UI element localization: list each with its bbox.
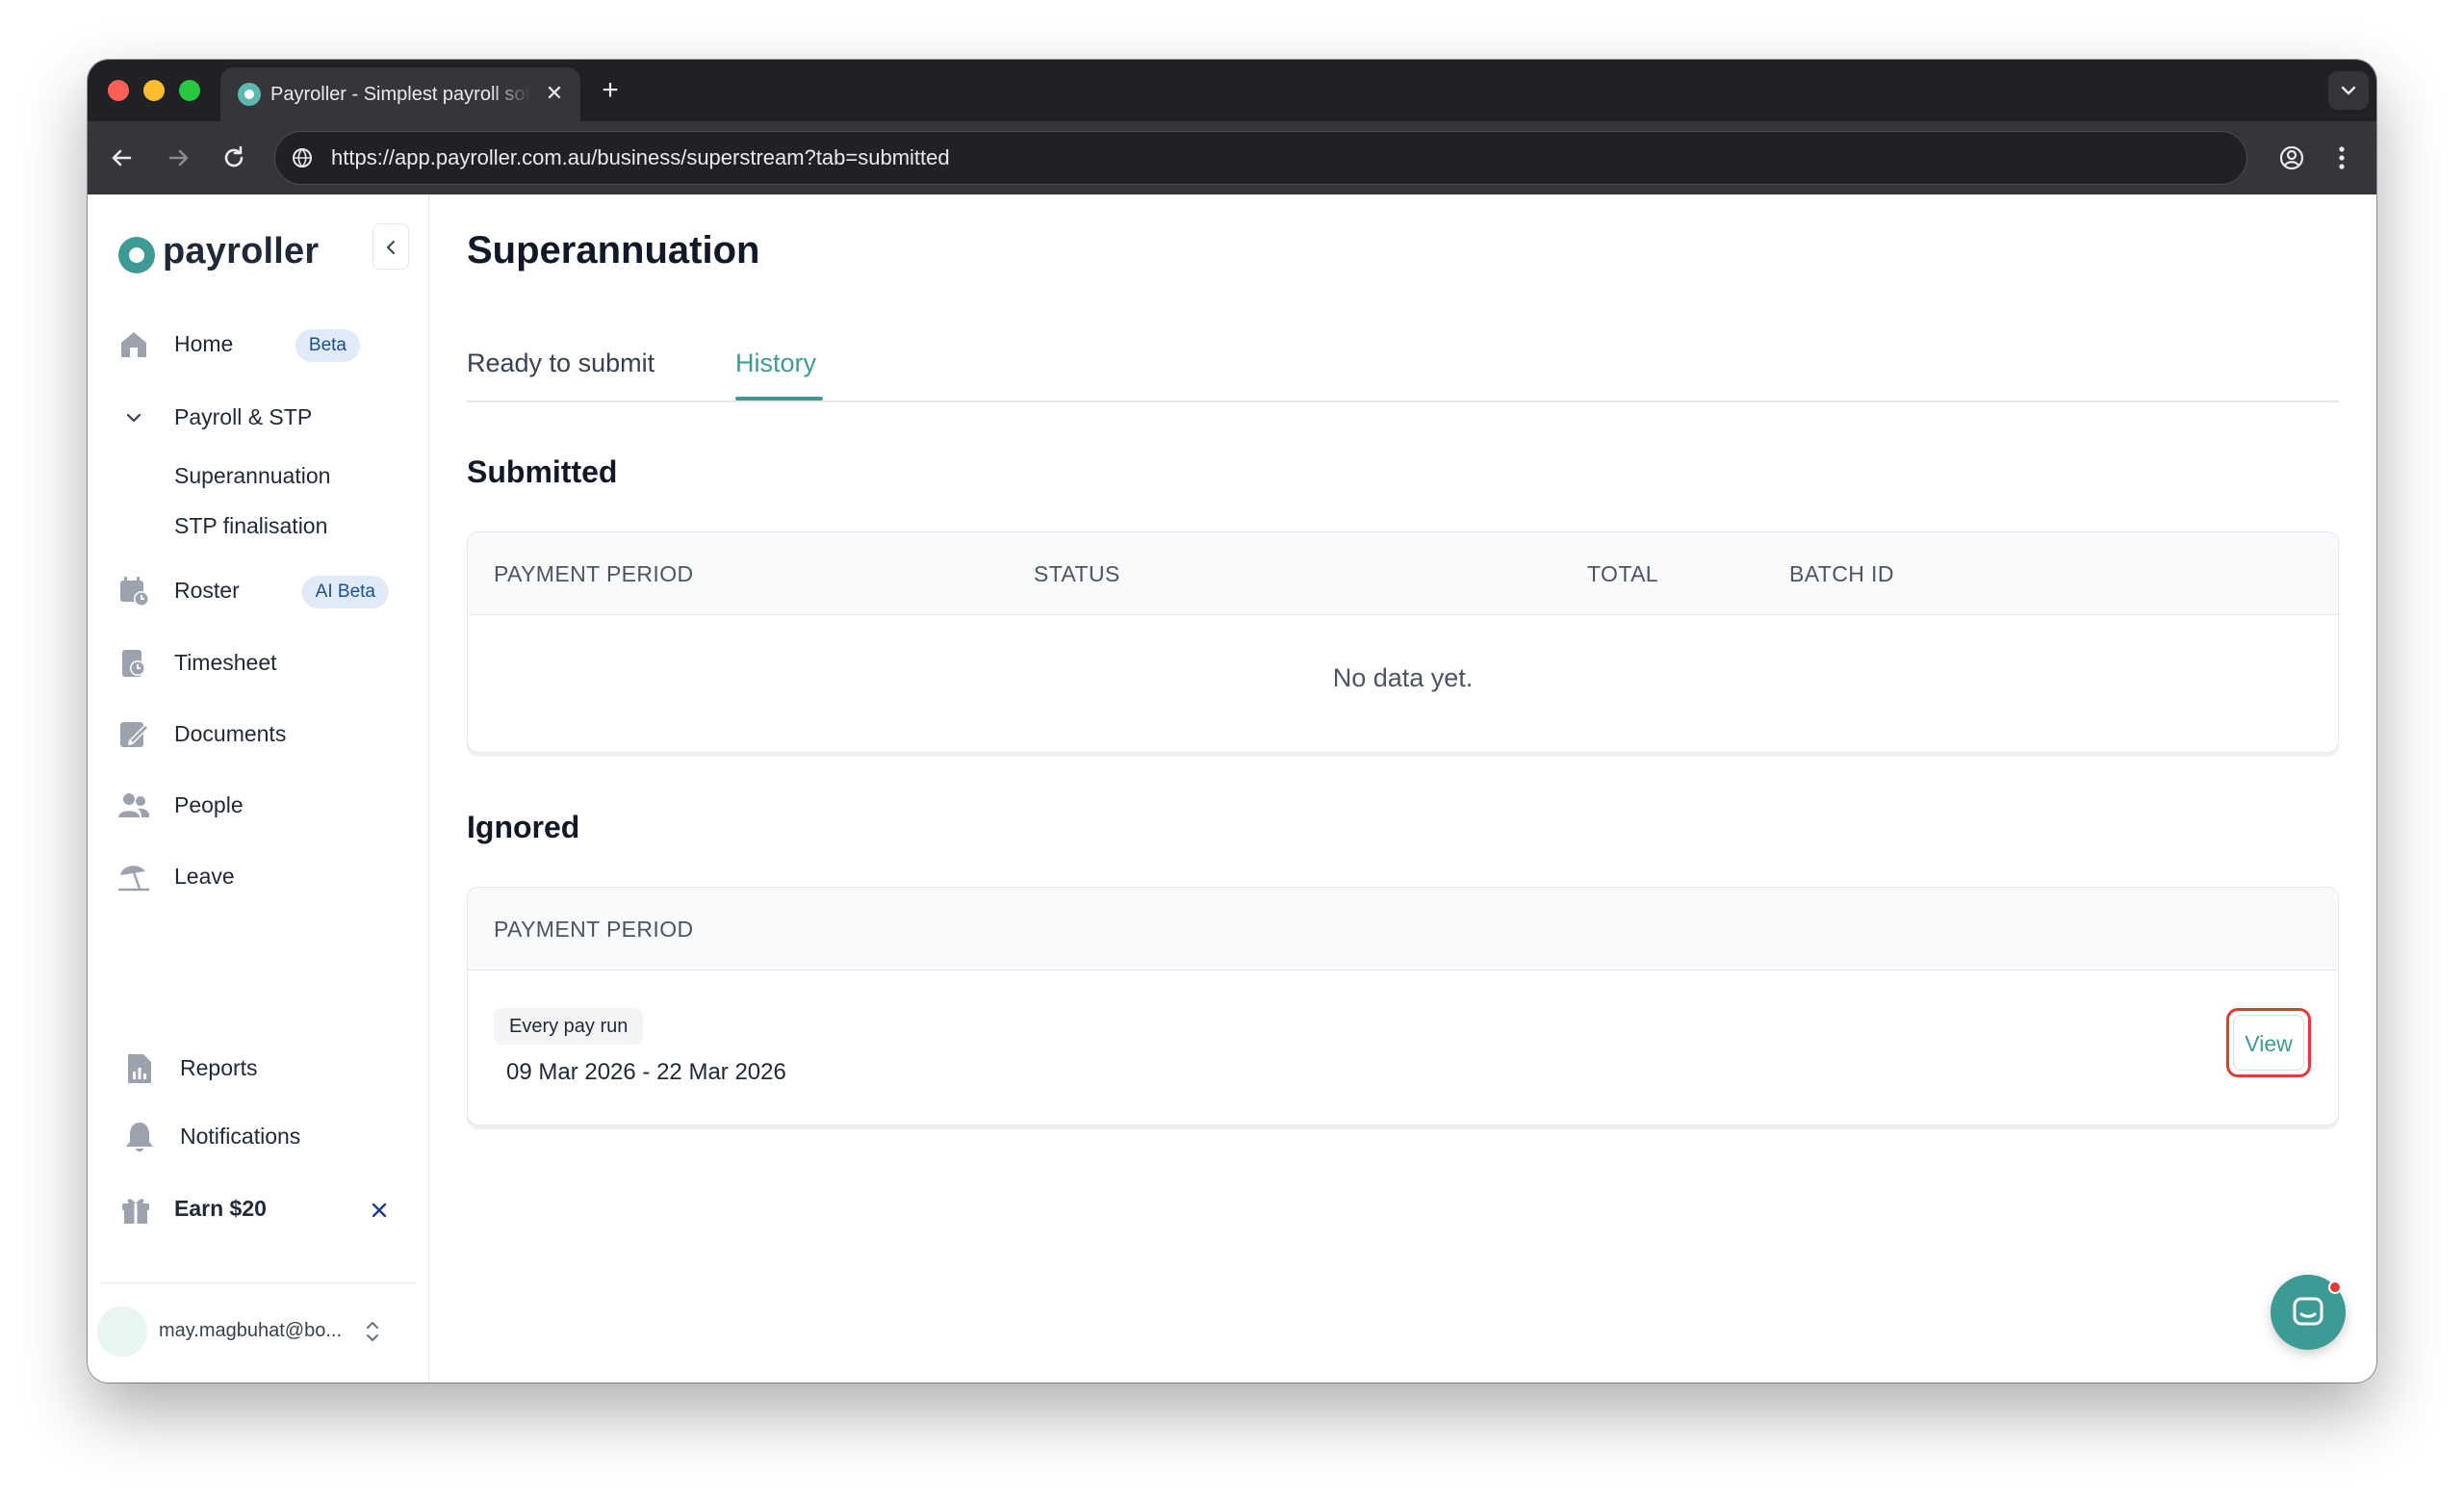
timesheet-icon bbox=[122, 650, 145, 677]
browser-tab-bar: Payroller - Simplest payroll software ✕ … bbox=[88, 60, 2376, 121]
column-header-payment-period: PAYMENT PERIOD bbox=[494, 561, 694, 586]
browser-tab[interactable]: Payroller - Simplest payroll software ✕ bbox=[220, 67, 580, 121]
sidebar-item-home[interactable]: Home Beta bbox=[116, 320, 415, 366]
sidebar-item-label: Notifications bbox=[180, 1124, 301, 1149]
window-minimize-button[interactable] bbox=[143, 80, 165, 101]
table-header: PAYMENT PERIOD STATUS TOTAL BATCH ID bbox=[468, 532, 2338, 615]
table-header: PAYMENT PERIOD bbox=[468, 888, 2338, 970]
payroller-logo-icon bbox=[118, 237, 155, 273]
sidebar-item-label: Documents bbox=[174, 721, 287, 746]
payment-period-dates: 09 Mar 2026 - 22 Mar 2026 bbox=[506, 1059, 786, 1085]
sidebar-item-stp-finalisation[interactable]: STP finalisation bbox=[174, 513, 327, 539]
logo-text: payroller bbox=[163, 231, 320, 272]
sidebar-item-documents[interactable]: Documents bbox=[116, 710, 415, 756]
column-header-payment-period: PAYMENT PERIOD bbox=[494, 917, 694, 942]
sidebar-item-label: Payroll & STP bbox=[174, 404, 313, 429]
submitted-table: PAYMENT PERIOD STATUS TOTAL BATCH ID No … bbox=[467, 531, 2339, 753]
view-button-label: View bbox=[2233, 1015, 2304, 1071]
profile-button[interactable] bbox=[2274, 141, 2309, 175]
tab-bar: Ready to submit History bbox=[467, 349, 2339, 402]
page-title: Superannuation bbox=[467, 229, 760, 272]
tab-ready-to-submit[interactable]: Ready to submit bbox=[467, 349, 654, 378]
bell-icon bbox=[126, 1123, 153, 1151]
chevron-down-icon bbox=[2341, 86, 2356, 95]
window-maximize-button[interactable] bbox=[179, 80, 200, 101]
new-tab-icon[interactable]: + bbox=[595, 75, 626, 106]
sidebar-item-notifications[interactable]: Notifications bbox=[116, 1112, 415, 1158]
people-icon bbox=[118, 793, 150, 817]
ignored-section-title: Ignored bbox=[467, 810, 580, 844]
ai-beta-badge: AI Beta bbox=[301, 576, 389, 608]
sidebar-item-label: Earn $20 bbox=[174, 1196, 267, 1221]
sidebar-item-label: Home bbox=[174, 331, 234, 356]
sidebar-item-label: Reports bbox=[180, 1055, 258, 1080]
view-button[interactable]: View bbox=[2226, 1008, 2311, 1077]
browser-tab-title: Payroller - Simplest payroll software bbox=[270, 84, 530, 105]
url-text[interactable]: https://app.payroller.com.au/business/su… bbox=[331, 145, 950, 170]
arrow-right-icon bbox=[168, 149, 189, 167]
address-bar[interactable]: https://app.payroller.com.au/business/su… bbox=[274, 131, 2247, 185]
avatar bbox=[97, 1306, 147, 1357]
browser-menu-button[interactable] bbox=[2324, 141, 2359, 175]
sidebar-item-leave[interactable]: Leave bbox=[116, 852, 415, 898]
sidebar-item-reports[interactable]: Reports bbox=[116, 1044, 415, 1090]
gift-icon bbox=[122, 1199, 149, 1224]
main-content: Superannuation Ready to submit History S… bbox=[429, 194, 2376, 1383]
chat-icon bbox=[2293, 1297, 2323, 1326]
beach-umbrella-icon bbox=[117, 866, 150, 892]
site-info-icon[interactable] bbox=[289, 144, 316, 171]
sidebar-item-label: Leave bbox=[174, 864, 235, 889]
payroller-favicon-icon bbox=[238, 83, 261, 106]
more-vertical-icon bbox=[2339, 146, 2345, 169]
sidebar-item-superannuation[interactable]: Superannuation bbox=[174, 463, 330, 489]
beta-badge: Beta bbox=[295, 329, 360, 362]
back-button[interactable] bbox=[103, 139, 141, 177]
tab-history[interactable]: History bbox=[735, 349, 816, 378]
close-icon[interactable] bbox=[367, 1198, 392, 1223]
submitted-section-title: Submitted bbox=[467, 454, 618, 489]
home-icon bbox=[121, 332, 146, 357]
sidebar-item-label: People bbox=[174, 792, 244, 817]
app-container: payroller Home Beta Payroll & STP Supera… bbox=[88, 194, 2376, 1383]
reload-button[interactable] bbox=[215, 139, 253, 177]
sidebar: payroller Home Beta Payroll & STP Supera… bbox=[88, 194, 429, 1383]
sidebar-item-label: Roster bbox=[174, 578, 240, 603]
document-edit-icon bbox=[120, 722, 149, 747]
user-email: may.magbuhat@bo... bbox=[159, 1320, 343, 1341]
column-header-status: STATUS bbox=[1034, 561, 1120, 586]
chevron-left-icon bbox=[387, 241, 395, 254]
column-header-batch-id: BATCH ID bbox=[1789, 561, 1894, 586]
sidebar-item-payroll-stp[interactable]: Payroll & STP bbox=[116, 393, 415, 439]
calendar-clock-icon bbox=[120, 577, 149, 607]
ignored-table: PAYMENT PERIOD Every pay run 09 Mar 2026… bbox=[467, 887, 2339, 1125]
user-account-switcher[interactable]: may.magbuhat@bo... bbox=[97, 1282, 416, 1383]
chevron-down-icon bbox=[126, 413, 141, 423]
reload-icon bbox=[224, 145, 244, 168]
chat-support-button[interactable] bbox=[2271, 1275, 2346, 1350]
browser-toolbar: https://app.payroller.com.au/business/su… bbox=[88, 121, 2376, 194]
column-header-total: TOTAL bbox=[1587, 561, 1658, 586]
window-close-button[interactable] bbox=[108, 80, 129, 101]
sidebar-item-timesheet[interactable]: Timesheet bbox=[116, 638, 415, 685]
collapse-sidebar-button[interactable] bbox=[372, 223, 409, 270]
chevron-up-down-icon bbox=[367, 1322, 378, 1341]
sidebar-item-roster[interactable]: Roster AI Beta bbox=[116, 566, 415, 612]
notification-dot bbox=[2328, 1280, 2342, 1294]
arrow-left-icon bbox=[112, 149, 132, 167]
browser-window: Payroller - Simplest payroll software ✕ … bbox=[88, 60, 2376, 1383]
active-tab-indicator bbox=[735, 397, 823, 401]
profile-icon bbox=[2279, 145, 2304, 170]
empty-state-text: No data yet. bbox=[1332, 663, 1474, 692]
forward-button[interactable] bbox=[159, 139, 197, 177]
sidebar-item-label: Timesheet bbox=[174, 650, 277, 675]
sidebar-item-people[interactable]: People bbox=[116, 781, 415, 827]
tab-close-icon[interactable]: ✕ bbox=[542, 81, 567, 106]
tab-search-button[interactable] bbox=[2328, 71, 2369, 110]
pay-frequency-badge: Every pay run bbox=[494, 1008, 644, 1045]
reports-icon bbox=[128, 1054, 151, 1083]
